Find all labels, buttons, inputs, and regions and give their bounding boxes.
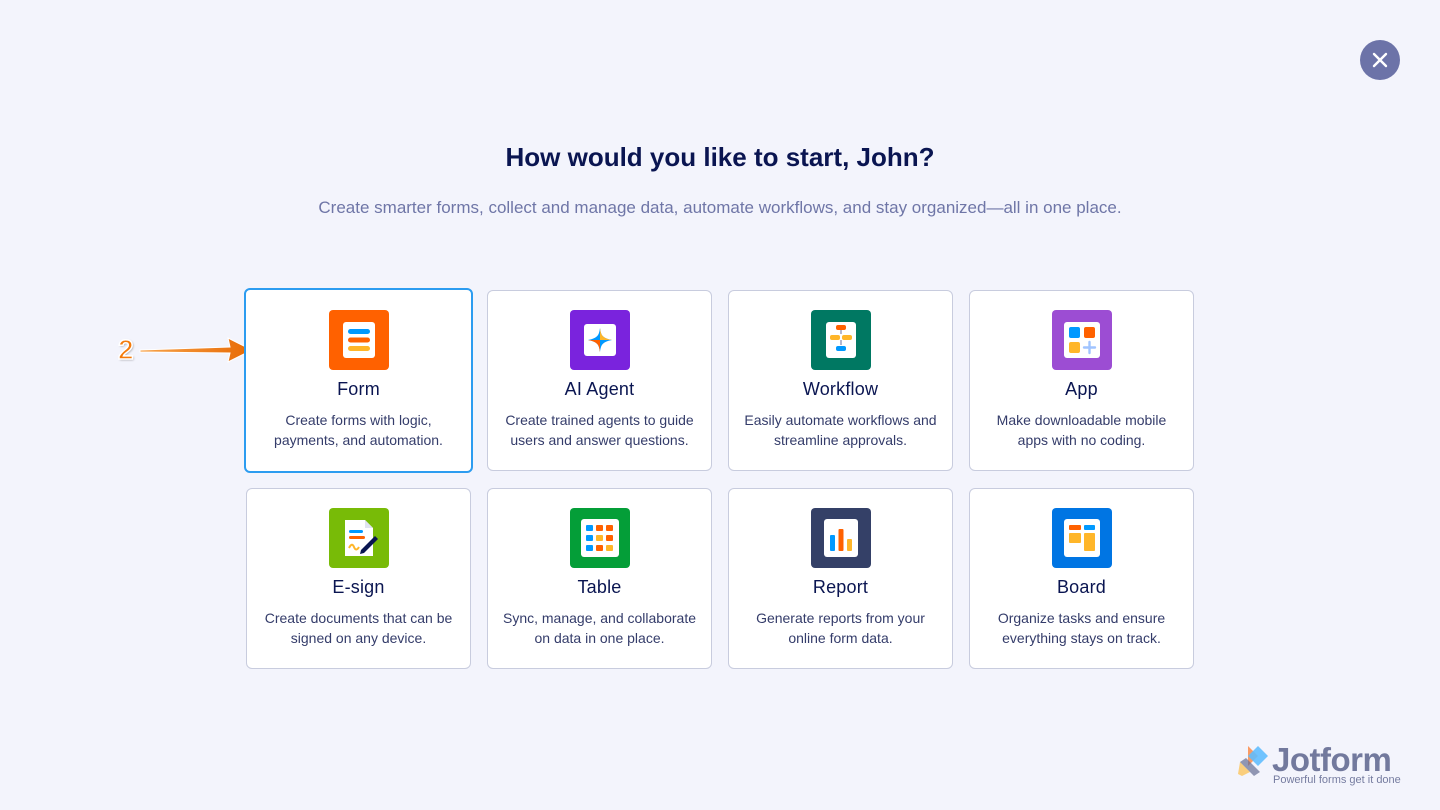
page-subtitle: Create smarter forms, collect and manage…	[318, 198, 1122, 217]
card-description: Create documents that can be signed on a…	[264, 610, 453, 646]
card-title: Form	[337, 379, 380, 399]
brand-tagline: Powerful forms get it done	[1273, 774, 1401, 786]
board-icon	[1051, 508, 1112, 568]
form-icon	[328, 310, 389, 370]
workflow-icon	[810, 310, 871, 370]
card-title: AI Agent	[564, 379, 635, 399]
close-button[interactable]	[1360, 40, 1400, 80]
card-title: Board	[1056, 577, 1107, 597]
jotform-logo: Jotform Powerful forms get it done	[1236, 741, 1406, 788]
card-description: Organize tasks and ensure everything sta…	[997, 610, 1166, 646]
step-annotation: 2	[117, 333, 258, 368]
annotation-number: 2	[117, 333, 134, 366]
table-card[interactable]: Table Sync, manage, and collaborate on d…	[487, 488, 712, 669]
card-description: Easily automate workflows and streamline…	[744, 412, 937, 448]
report-icon	[810, 508, 871, 568]
card-title: App	[1065, 379, 1098, 399]
page-title: How would you like to start, John?	[505, 142, 935, 172]
jotform-logo-icon	[1238, 746, 1268, 776]
card-title: E-sign	[332, 577, 385, 597]
card-description: Sync, manage, and collaborate on data in…	[502, 610, 696, 646]
start-options-grid: Form Create forms with logic, payments, …	[244, 288, 1194, 669]
ai-agent-card[interactable]: AI Agent Create trained agents to guide …	[487, 290, 712, 471]
arrow-icon	[139, 337, 254, 363]
e-sign-card[interactable]: E-sign Create documents that can be sign…	[246, 488, 471, 669]
app-icon	[1051, 310, 1112, 370]
ai-agent-icon	[569, 310, 630, 370]
e-sign-icon	[328, 508, 389, 568]
table-icon	[569, 508, 630, 568]
card-description: Create forms with logic, payments, and a…	[274, 412, 443, 448]
card-description: Generate reports from your online form d…	[756, 610, 925, 646]
form-card[interactable]: Form Create forms with logic, payments, …	[244, 288, 473, 473]
report-card[interactable]: Report Generate reports from your online…	[728, 488, 953, 669]
card-description: Create trained agents to guide users and…	[505, 412, 694, 448]
workflow-card[interactable]: Workflow Easily automate workflows and s…	[728, 290, 953, 471]
card-description: Make downloadable mobile apps with no co…	[996, 412, 1167, 448]
close-icon	[1372, 52, 1388, 68]
card-title: Report	[812, 577, 869, 597]
app-card[interactable]: App Make downloadable mobile apps with n…	[969, 290, 1194, 471]
card-title: Workflow	[802, 379, 879, 399]
board-card[interactable]: Board Organize tasks and ensure everythi…	[969, 488, 1194, 669]
card-title: Table	[577, 577, 622, 597]
